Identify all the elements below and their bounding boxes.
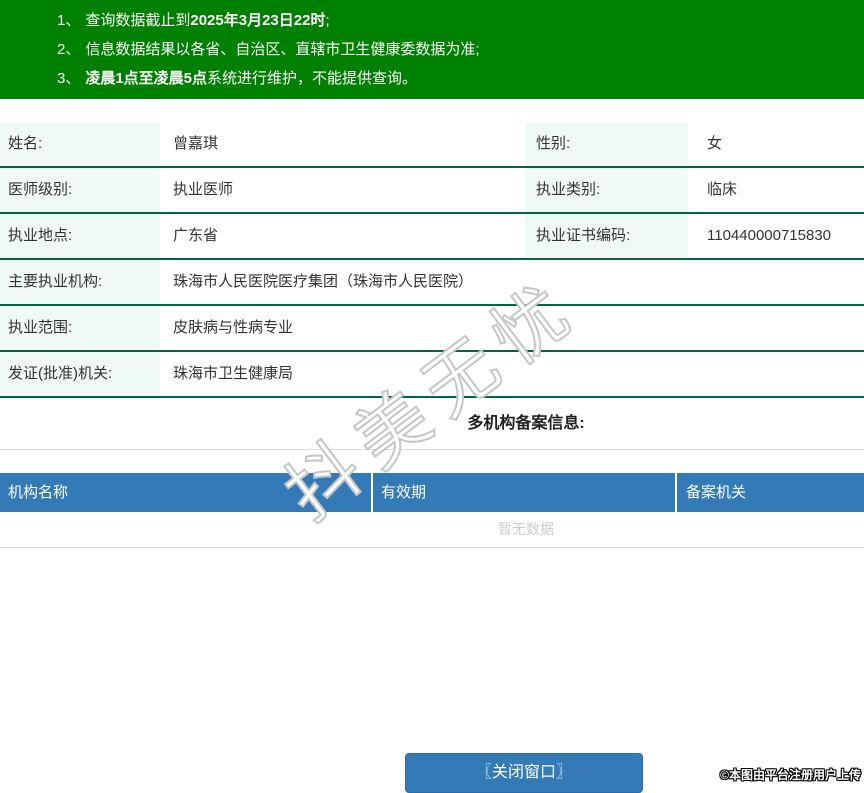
cert-number-value: 110440000715830 [707,227,832,244]
cert-number-label: 执业证书编码: [525,214,688,258]
column-header-org-name: 机构名称 [8,484,69,501]
multi-org-section-title: 多机构备案信息: [0,398,864,450]
notice-text-bold: 2025年3月23日22时 [190,12,326,29]
issuer-label: 发证(批准)机关: [0,352,160,396]
table-row: 执业范围: 皮肤病与性病专业 [0,306,864,352]
multi-org-table-header: 机构名称 有效期 备案机关 [0,473,864,512]
notice-banner: 1、 查询数据截止到2025年3月23日22时; 2、 信息数据结果以各省、自治区、… [0,0,864,99]
category-label: 执业类别: [525,168,688,212]
scope-label: 执业范围: [0,306,160,350]
table-row: 姓名: 曾嘉琪 性别: 女 [0,122,864,168]
notice-text-bold: 凌晨1点至凌晨5点 [85,70,208,87]
notice-number: 3、 [57,70,81,87]
close-window-button[interactable]: 〖关闭窗口〗 [405,753,643,793]
name-label: 姓名: [0,122,160,166]
location-value: 广东省 [173,227,219,244]
table-row: 主要执业机构: 珠海市人民医院医疗集团（珠海市人民医院） [0,260,864,306]
notice-number: 1、 [57,12,81,29]
column-header-validity: 有效期 [371,473,675,512]
gender-value: 女 [707,135,723,152]
table-row: 医师级别: 执业医师 执业类别: 临床 [0,168,864,214]
empty-data-row: 暂无数据 [0,512,864,548]
doctor-info-table: 姓名: 曾嘉琪 性别: 女 医师级别: 执业医师 执业类别: 临床 执业地点: … [0,122,864,398]
main-org-label: 主要执业机构: [0,260,160,304]
gender-label: 性别: [525,122,688,166]
scope-value: 皮肤病与性病专业 [173,319,294,336]
column-header-record-authority: 备案机关 [675,473,864,512]
location-label: 执业地点: [0,214,160,258]
category-value: 临床 [707,181,738,198]
notice-line: 3、 凌晨1点至凌晨5点系统进行维护，不能提供查询。 [0,64,864,93]
notice-number: 2、 [57,41,81,58]
notice-text: ; [325,12,330,29]
table-row: 执业地点: 广东省 执业证书编码: 110440000715830 [0,214,864,260]
notice-line: 2、 信息数据结果以各省、自治区、直辖市卫生健康委数据为准; [0,35,864,64]
copyright-stamp: ©本图由平台注册用户上传 [720,768,861,782]
main-org-value: 珠海市人民医院医疗集团（珠海市人民医院） [173,273,474,290]
table-row: 发证(批准)机关: 珠海市卫生健康局 [0,352,864,398]
notice-line: 1、 查询数据截止到2025年3月23日22时; [0,6,864,35]
issuer-value: 珠海市卫生健康局 [173,365,294,382]
level-label: 医师级别: [0,168,160,212]
level-value: 执业医师 [173,181,234,198]
notice-text: 查询数据截止到 [85,12,191,29]
name-value: 曾嘉琪 [173,135,219,152]
notice-text: 系统进行维护，不能提供查询。 [207,70,418,87]
notice-text: 信息数据结果以各省、自治区、直辖市卫生健康委数据为准; [85,41,480,58]
